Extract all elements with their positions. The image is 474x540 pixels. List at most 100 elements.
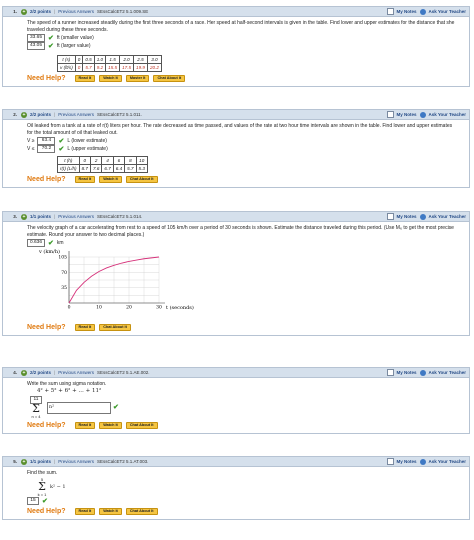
y-tick-label: 105 [58, 255, 67, 261]
previous-answers-link[interactable]: Previous Answers [58, 459, 94, 464]
master-it-button[interactable]: Master It [125, 75, 150, 82]
need-help-label: Need Help? [27, 508, 66, 515]
ask-teacher-button[interactable]: Ask Your Teacher [420, 8, 466, 15]
previous-answers-link[interactable]: Previous Answers [58, 9, 94, 14]
my-notes-button[interactable]: My Notes [387, 213, 416, 220]
y-tick-label: 70 [61, 270, 67, 276]
lower-limit: n = 4 [31, 414, 41, 419]
read-it-button[interactable]: Read It [74, 508, 96, 515]
ask-teacher-icon [420, 8, 427, 15]
check-icon: ✔ [42, 497, 48, 505]
sum-answer-input[interactable]: 15 [27, 497, 39, 505]
ask-teacher-icon [420, 111, 427, 118]
data-table: t (h) 0 2 4 6 8 10 r(t) (L/h) 8.7 7.6 6.7 6.4 5.7… [57, 156, 148, 173]
distance-answer-input[interactable]: 0.636 [27, 239, 45, 247]
ask-teacher-icon [420, 369, 427, 376]
question-number: 3. [13, 214, 17, 219]
upper-estimate-input[interactable]: 70.2 [37, 145, 56, 153]
read-it-button[interactable]: Read It [74, 422, 96, 429]
lower-estimate-input[interactable]: 33.65 [27, 34, 45, 42]
x-tick-label: 0 [68, 305, 71, 311]
question-text: Oil leaked from a tank at a rate of r(t)… [27, 123, 453, 136]
chat-about-it-button[interactable]: Chat About It [125, 176, 158, 183]
question-5: 5. + 1/1 points | Previous Answers SEssC… [2, 456, 470, 520]
my-notes-button[interactable]: My Notes [387, 369, 416, 376]
x-tick-label: 30 [156, 305, 162, 311]
chat-about-it-button[interactable]: Chat About It [125, 422, 158, 429]
watch-it-button[interactable]: Watch It [99, 75, 122, 82]
sigma-icon: Σ [38, 480, 46, 493]
upper-estimate-input[interactable]: 43.05 [27, 42, 45, 50]
points: 2/2 points [30, 370, 52, 375]
points: 1/1 points [30, 214, 52, 219]
notes-checkbox-icon [387, 369, 395, 376]
question-header: 1. + 2/2 points | Previous Answers SEssC… [3, 7, 469, 17]
help-bar: Need Help? Read It Watch It Chat About I… [27, 508, 469, 515]
previous-answers-link[interactable]: Previous Answers [58, 112, 94, 117]
velocity-chart: v (km/h) t (seconds) 0 10 20 30 35 70 105 [38, 248, 194, 311]
read-it-button[interactable]: Read It [74, 176, 96, 183]
read-it-button[interactable]: Read It [74, 75, 96, 82]
expand-icon[interactable]: + [21, 8, 27, 15]
help-bar: Need Help? Read It Watch It Chat About I… [27, 422, 469, 429]
question-text: Write the sum using sigma notation. [27, 381, 107, 387]
question-code: SEssCalcET2 5.1.AE.002. [96, 370, 150, 375]
ask-teacher-button[interactable]: Ask Your Teacher [420, 369, 466, 376]
ask-teacher-button[interactable]: Ask Your Teacher [420, 458, 466, 465]
my-notes-button[interactable]: My Notes [387, 8, 416, 15]
question-3: 3. + 1/1 points | Previous Answers SEssC… [2, 211, 470, 336]
y-tick-label: 35 [61, 285, 67, 291]
check-icon: ✔ [58, 145, 65, 153]
question-code: SEssCalcET2 5.1.011. [96, 112, 142, 117]
points: 2/2 points [30, 112, 52, 117]
points: 2/2 points [30, 9, 52, 14]
previous-answers-link[interactable]: Previous Answers [58, 214, 94, 219]
my-notes-button[interactable]: My Notes [387, 458, 416, 465]
question-code: SEssCalcET2 5.1.AT.003. [96, 459, 149, 464]
chart-grid [68, 251, 165, 304]
chat-about-it-button[interactable]: Chat About It [99, 324, 131, 331]
x-axis-label: t (seconds) [166, 304, 194, 311]
need-help-label: Need Help? [27, 422, 66, 429]
read-it-button[interactable]: Read It [74, 324, 96, 331]
question-text: The velocity graph of a car accelerating… [27, 225, 454, 238]
previous-answers-link[interactable]: Previous Answers [58, 370, 94, 375]
question-number: 2. [13, 112, 17, 117]
check-icon: ✔ [48, 239, 54, 247]
x-tick-label: 20 [126, 305, 132, 311]
help-bar: Need Help? Read It Watch It Master It Ch… [27, 75, 469, 82]
my-notes-button[interactable]: My Notes [387, 111, 416, 118]
need-help-label: Need Help? [27, 176, 66, 183]
question-header: 3. + 1/1 points | Previous Answers SEssC… [3, 212, 469, 222]
question-number: 4. [13, 370, 17, 375]
ask-teacher-icon [420, 458, 427, 465]
help-bar: Need Help? Read It Watch It Chat About I… [27, 176, 469, 183]
need-help-label: Need Help? [27, 75, 66, 82]
question-number: 1. [13, 9, 17, 14]
check-icon: ✔ [48, 34, 54, 42]
watch-it-button[interactable]: Watch It [99, 176, 122, 183]
expand-icon[interactable]: + [21, 369, 27, 376]
question-header: 5. + 1/1 points | Previous Answers SEssC… [3, 457, 469, 467]
notes-checkbox-icon [387, 458, 395, 465]
expression: 4² + 5² + 6² + … + 11² [37, 388, 102, 394]
expand-icon[interactable]: + [21, 458, 27, 465]
summand-input[interactable]: n² [47, 401, 111, 414]
question-code: SEssCalcET2 5.1.009.SE [96, 9, 149, 14]
chat-about-it-button[interactable]: Chat About It [125, 508, 158, 515]
watch-it-button[interactable]: Watch It [99, 508, 122, 515]
points: 1/1 points [30, 459, 52, 464]
expand-icon[interactable]: + [21, 213, 27, 220]
notes-checkbox-icon [387, 8, 395, 15]
expand-icon[interactable]: + [21, 111, 27, 118]
watch-it-button[interactable]: Watch It [99, 422, 122, 429]
lower-estimate-input[interactable]: 63.4 [37, 137, 56, 145]
ask-teacher-button[interactable]: Ask Your Teacher [420, 111, 466, 118]
ask-teacher-button[interactable]: Ask Your Teacher [420, 213, 466, 220]
check-icon: ✔ [48, 42, 54, 50]
ask-teacher-icon [420, 213, 427, 220]
question-4: 4. + 2/2 points | Previous Answers SEssC… [2, 367, 470, 434]
chat-about-it-button[interactable]: Chat About It [153, 75, 186, 82]
question-text: Find the sum. [27, 470, 58, 476]
check-icon: ✔ [113, 404, 119, 411]
